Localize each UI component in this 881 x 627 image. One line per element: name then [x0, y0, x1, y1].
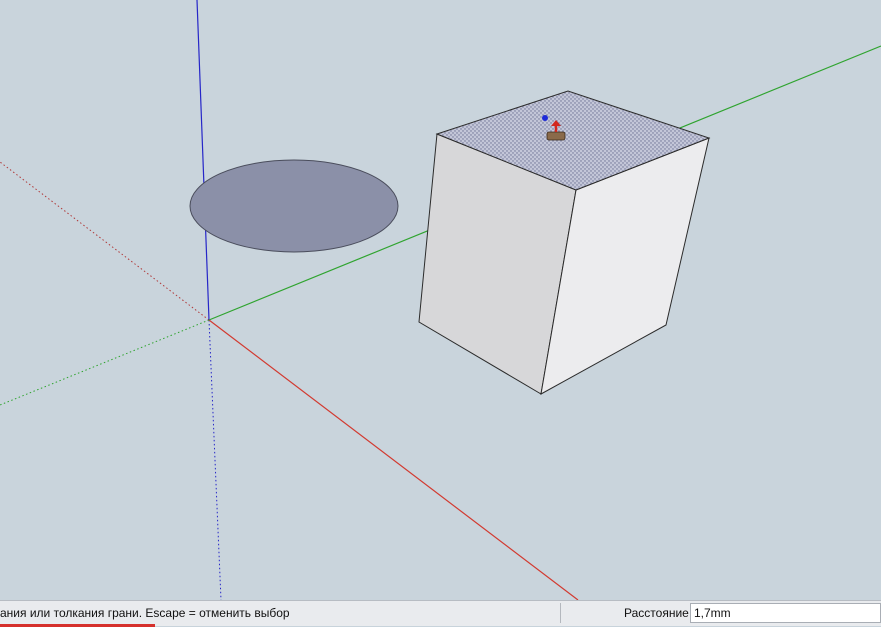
scene-canvas[interactable]: [0, 0, 881, 600]
blue-axis: [196, 0, 210, 321]
green-axis-negative: [0, 319, 210, 406]
status-divider: [560, 603, 561, 623]
status-message: ания или толкания грани. Escape = отмени…: [0, 606, 290, 620]
red-axis-negative: [0, 161, 210, 321]
blue-axis-negative: [208, 319, 222, 600]
measurements-input[interactable]: 1,7mm: [690, 603, 881, 623]
measurements-label: Расстояние: [624, 606, 689, 620]
status-bar: ания или толкания грани. Escape = отмени…: [0, 600, 881, 627]
drawing-viewport[interactable]: [0, 0, 881, 600]
circle-face[interactable]: [189, 159, 399, 253]
